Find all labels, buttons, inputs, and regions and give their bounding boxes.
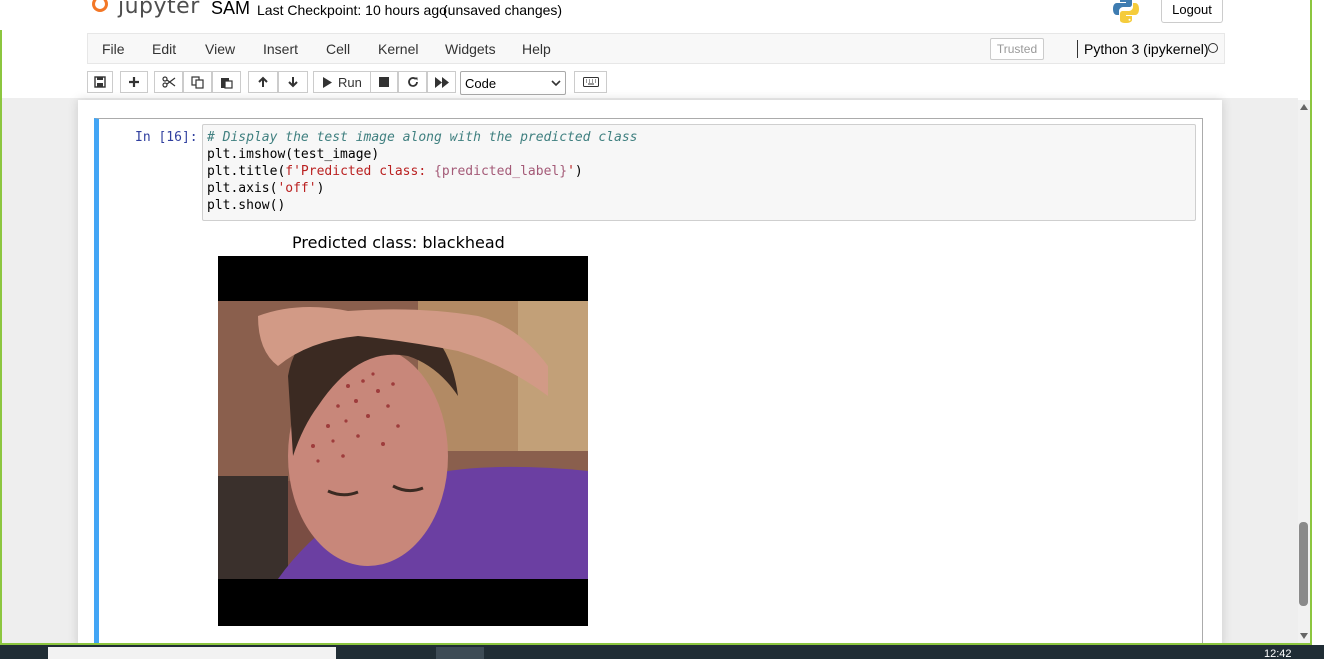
window-frame-right xyxy=(1310,0,1312,659)
cell-type-value: Code xyxy=(465,75,497,91)
taskbar-active-app[interactable] xyxy=(436,647,484,659)
code-token: ) xyxy=(316,181,325,196)
move-down-button[interactable] xyxy=(278,71,308,93)
notebook-name[interactable]: SAM xyxy=(211,0,250,19)
code-line-4: plt.axis('off') xyxy=(207,181,324,196)
jupyter-logo-icon xyxy=(90,0,112,18)
menubar: File Edit View Insert Cell Kernel Widget… xyxy=(87,33,1225,64)
scroll-up-icon[interactable] xyxy=(1300,104,1308,110)
copy-button[interactable] xyxy=(183,71,212,93)
menu-file[interactable]: File xyxy=(102,41,125,57)
code-string: 'off' xyxy=(277,181,317,196)
menu-widgets[interactable]: Widgets xyxy=(445,41,496,57)
menu-view[interactable]: View xyxy=(205,41,235,57)
run-label: Run xyxy=(338,74,362,90)
code-interpolation: {predicted_label} xyxy=(434,164,568,179)
taskbar-clock: 12:42 xyxy=(1264,648,1292,660)
code-token: plt.title( xyxy=(207,164,286,179)
play-icon xyxy=(323,76,332,88)
code-token: plt.axis( xyxy=(207,181,278,196)
autosave-status: (unsaved changes) xyxy=(443,2,563,18)
code-token: ) xyxy=(574,164,583,179)
kernel-idle-icon xyxy=(1208,43,1218,53)
scroll-down-icon[interactable] xyxy=(1300,633,1308,639)
save-icon xyxy=(94,76,106,88)
logout-button[interactable]: Logout xyxy=(1161,0,1223,23)
interrupt-kernel-button[interactable] xyxy=(370,71,398,93)
trusted-indicator[interactable]: Trusted xyxy=(990,38,1044,60)
restart-icon xyxy=(407,77,418,87)
menu-cell[interactable]: Cell xyxy=(326,41,350,57)
test-image-picture xyxy=(218,256,588,626)
cell-prompt: In [16]: xyxy=(135,130,198,145)
code-line-1: # Display the test image along with the … xyxy=(207,130,638,145)
restart-kernel-button[interactable] xyxy=(398,71,427,93)
menu-edit[interactable]: Edit xyxy=(152,41,176,57)
kernel-name[interactable]: Python 3 (ipykernel) xyxy=(1084,41,1209,57)
run-button[interactable]: Run xyxy=(313,71,371,93)
cut-button[interactable] xyxy=(154,71,183,93)
save-button[interactable] xyxy=(87,71,113,93)
menu-help[interactable]: Help xyxy=(522,41,551,57)
code-string: f'Predicted class: xyxy=(285,164,434,179)
output-image xyxy=(218,256,588,626)
kernel-separator xyxy=(1077,40,1078,58)
copy-icon xyxy=(191,75,204,89)
paste-icon xyxy=(221,77,233,89)
plus-icon xyxy=(129,77,139,87)
cell-type-select[interactable]: Code xyxy=(460,71,566,95)
jupyter-logo-text: jupyter xyxy=(118,0,200,19)
jupyter-logo[interactable]: jupyter xyxy=(90,0,200,19)
scrollbar-thumb[interactable] xyxy=(1299,522,1308,606)
menu-kernel[interactable]: Kernel xyxy=(378,41,418,57)
checkpoint-status: Last Checkpoint: 10 hours ago xyxy=(257,2,447,18)
code-line-3: plt.title(f'Predicted class: {predicted_… xyxy=(207,164,583,179)
stop-icon xyxy=(379,77,389,87)
code-line-5: plt.show() xyxy=(207,198,286,213)
keyboard-icon xyxy=(582,77,599,87)
fast-forward-icon xyxy=(434,76,449,88)
python-logo-icon xyxy=(1113,0,1139,23)
chevron-down-icon xyxy=(551,80,561,87)
taskbar-search-box[interactable] xyxy=(48,647,336,659)
insert-cell-button[interactable] xyxy=(120,71,148,93)
command-palette-button[interactable] xyxy=(574,71,607,93)
menu-insert[interactable]: Insert xyxy=(263,41,298,57)
restart-run-all-button[interactable] xyxy=(427,71,456,93)
code-line-2: plt.imshow(test_image) xyxy=(207,147,380,162)
output-plot-title: Predicted class: blackhead xyxy=(292,233,505,252)
code-string: ' xyxy=(567,164,575,179)
arrow-up-icon xyxy=(258,76,268,87)
notebook-header: jupyter SAM Last Checkpoint: 10 hours ag… xyxy=(0,0,1310,30)
move-up-button[interactable] xyxy=(248,71,278,93)
arrow-down-icon xyxy=(288,77,298,88)
scissors-icon xyxy=(161,76,175,88)
paste-button[interactable] xyxy=(212,71,241,93)
